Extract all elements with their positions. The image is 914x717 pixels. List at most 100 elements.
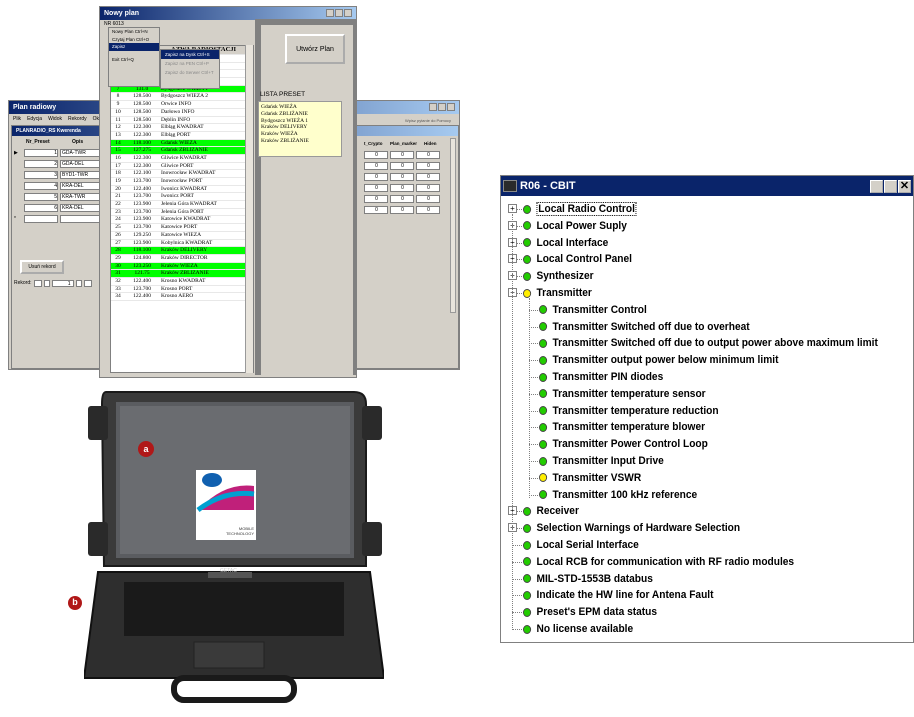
list-scrollbar[interactable] (245, 45, 253, 373)
right-cell[interactable]: 0 (364, 172, 388, 181)
help-hint[interactable]: Wpisz pytanie do Pomocy (405, 117, 451, 124)
expand-icon[interactable]: + (508, 204, 517, 213)
tree-node[interactable]: Synthesizer (523, 269, 594, 283)
preset-item[interactable]: Gdańsk ZBLIŻANIE (261, 111, 339, 118)
col-hiden[interactable]: Hiden (424, 141, 444, 146)
menu-plik[interactable]: Plik (13, 116, 21, 123)
tree-node[interactable]: Indicate the HW line for Antena Fault (523, 588, 714, 602)
row-selector[interactable]: ▶ (14, 150, 24, 156)
col-crypto[interactable]: t_Crypto (364, 141, 390, 146)
tree-child-node[interactable]: Transmitter Switched off due to output p… (539, 336, 878, 350)
right-table-row[interactable]: 000 (364, 204, 458, 215)
cell-nr-preset[interactable]: 1 (24, 148, 58, 157)
radio-row[interactable]: 16 122.300 Gliwice KWADRAT (111, 155, 253, 163)
tree-node[interactable]: Selection Warnings of Hardware Selection (523, 521, 740, 535)
right-cell[interactable]: 0 (416, 205, 440, 214)
radio-row[interactable]: 11 128.500 Dęblin INFO (111, 117, 253, 125)
tree-child-node[interactable]: Transmitter temperature reduction (539, 404, 719, 418)
radio-row[interactable]: 12 122.300 Elbląg KWADRAT (111, 124, 253, 132)
right-cell[interactable]: 0 (390, 194, 414, 203)
radio-row[interactable]: 26 129.250 Katowice WIEŻA (111, 232, 253, 240)
right-cell[interactable]: 0 (390, 183, 414, 192)
right-table-row[interactable]: 000 (364, 160, 458, 171)
first-record-icon[interactable] (33, 280, 42, 287)
preset-list[interactable]: Gdańsk WIEŻA Gdańsk ZBLIŻANIE Bydgoszcz … (258, 101, 342, 157)
radio-row[interactable]: 14 118.100 Gdańsk WIEŻA (111, 139, 253, 148)
tree-node[interactable]: MIL-STD-1553B databus (523, 572, 653, 586)
radio-row[interactable]: 24 123.900 Katowice KWADRAT (111, 216, 253, 225)
col-opis[interactable]: Opis (60, 139, 90, 145)
close-icon[interactable] (344, 8, 352, 17)
right-table-row[interactable]: 000 (364, 182, 458, 193)
right-cell[interactable]: 0 (390, 172, 414, 181)
radio-row[interactable]: 32 122.400 Krosno KWADRAT (111, 278, 253, 286)
tree-node[interactable]: Transmitter (523, 286, 592, 300)
tree-child-node[interactable]: Transmitter temperature blower (539, 420, 705, 434)
cell-nr-preset[interactable]: 5 (24, 192, 58, 201)
radio-row[interactable]: 10 128.500 Darłowo INFO (111, 109, 253, 117)
tree-child-node[interactable]: Transmitter temperature sensor (539, 387, 706, 401)
right-table-row[interactable]: 000 (364, 171, 458, 182)
next-record-icon[interactable] (75, 280, 82, 287)
tree-child-node[interactable]: Transmitter PIN diodes (539, 370, 663, 384)
vertical-scrollbar[interactable] (450, 138, 456, 313)
tree-node[interactable]: Local Radio Control (523, 202, 637, 216)
preset-item[interactable]: Gdańsk WIEŻA (261, 104, 339, 111)
radio-row[interactable]: 31 121.75 Kraków ZBLIŻANIE (111, 270, 253, 278)
col-nr-preset[interactable]: Nr_Preset (26, 139, 60, 145)
maximize-icon[interactable] (335, 8, 343, 17)
minimize-icon[interactable] (870, 179, 883, 193)
right-cell[interactable]: 0 (364, 205, 388, 214)
preset-item[interactable]: Kraków ZBLIŻANIE (261, 138, 339, 145)
tree-child-node[interactable]: Transmitter Switched off due to overheat (539, 320, 750, 334)
right-table-row[interactable]: 000 (364, 193, 458, 204)
cell-nr-preset[interactable]: 2 (24, 159, 58, 168)
tree-child-node[interactable]: Transmitter Power Control Loop (539, 437, 708, 451)
radio-row[interactable]: 8 128.500 Bydgoszcz WIEŻA 2 (111, 93, 253, 102)
minimize-icon[interactable] (326, 8, 334, 17)
tree-node[interactable]: Local Control Panel (523, 252, 632, 266)
right-cell[interactable]: 0 (364, 194, 388, 203)
menu-widok[interactable]: Widok (48, 116, 62, 123)
submenu-save-pen[interactable]: Zapisz na PEN Ctrl+P (161, 59, 219, 68)
menu-edycja[interactable]: Edycja (27, 116, 42, 123)
right-cell[interactable]: 0 (416, 194, 440, 203)
tree-child-node[interactable]: Transmitter Input Drive (539, 454, 664, 468)
right-cell[interactable]: 0 (364, 161, 388, 170)
radio-row[interactable]: 27 123.900 Kobylnica KWADRAT (111, 240, 253, 248)
close-icon[interactable] (447, 102, 455, 111)
last-record-icon[interactable] (83, 280, 92, 287)
submenu-save-disk[interactable]: Zapisz na Dysk Ctrl+S (161, 50, 219, 59)
right-cell[interactable]: 0 (390, 150, 414, 159)
radio-row[interactable]: 25 123.700 Katowice PORT (111, 224, 253, 232)
tree-child-node[interactable]: Transmitter 100 kHz reference (539, 488, 697, 502)
menu-rekordy[interactable]: Rekordy (68, 116, 87, 123)
menu-item-open-plan[interactable]: Czytaj Plan Ctrl+O (109, 36, 159, 44)
right-cell[interactable]: 0 (364, 150, 388, 159)
cell-nr-preset[interactable]: 4 (24, 181, 58, 190)
right-cell[interactable]: 0 (416, 150, 440, 159)
record-number-input[interactable]: 1 (51, 280, 74, 287)
cell-opis[interactable]: GDA-TWR (60, 148, 100, 157)
cell-opis[interactable]: KRA-DEL (60, 203, 100, 212)
maximize-icon[interactable] (438, 102, 446, 111)
tree-node[interactable]: Local Power Suply (523, 219, 627, 233)
maximize-icon[interactable] (884, 179, 897, 193)
radio-row[interactable]: 29 124.800 Kraków DIRECTOR (111, 255, 253, 263)
menu-item-exit[interactable]: Exit Ctrl+Q (109, 56, 159, 64)
right-cell[interactable]: 0 (416, 183, 440, 192)
tree-node[interactable]: Receiver (523, 504, 579, 518)
cell-nr-preset[interactable]: 3 (24, 170, 58, 179)
radio-row[interactable]: 34 122.400 Krosno AERO (111, 293, 253, 301)
cell-opis[interactable]: BYD1-TWR (60, 170, 100, 179)
radio-row[interactable]: 18 122.100 Inowrocław KWADRAT (111, 170, 253, 178)
delete-record-button[interactable]: Usuń rekord (20, 260, 64, 274)
preset-item[interactable]: Kraków WIEŻA (261, 131, 339, 138)
right-cell[interactable]: 0 (390, 205, 414, 214)
right-cell[interactable]: 0 (416, 161, 440, 170)
tree-child-node[interactable]: Transmitter VSWR (539, 471, 641, 485)
create-plan-button[interactable]: Utwórz Plan (285, 34, 345, 64)
tree-node[interactable]: Preset's EPM data status (523, 605, 657, 619)
submenu-save-server[interactable]: Zapisz do Serwer Ctrl+T (161, 68, 219, 77)
right-table-row[interactable]: 000 (364, 149, 458, 160)
